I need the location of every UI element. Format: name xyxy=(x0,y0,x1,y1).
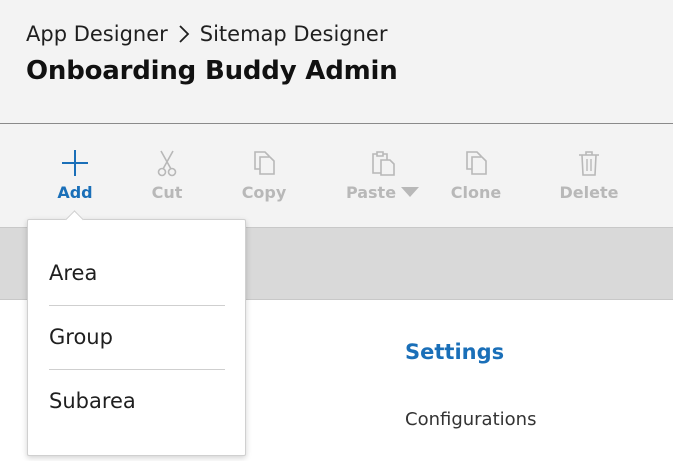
configurations-group-label[interactable]: Configurations xyxy=(405,409,536,430)
add-button[interactable]: Add xyxy=(30,124,120,224)
paste-button[interactable]: Paste xyxy=(338,124,428,224)
breadcrumb: App Designer Sitemap Designer xyxy=(26,20,387,48)
chevron-right-icon xyxy=(178,24,190,44)
delete-button-label: Delete xyxy=(559,183,619,202)
caret-down-icon[interactable] xyxy=(400,183,420,202)
breadcrumb-sitemap-designer: Sitemap Designer xyxy=(199,22,388,46)
clone-button-label: Clone xyxy=(450,183,502,202)
delete-button[interactable]: Delete xyxy=(544,124,634,224)
menu-item-area[interactable]: Area xyxy=(28,242,245,306)
menu-item-subarea[interactable]: Subarea xyxy=(28,370,245,434)
settings-area-heading[interactable]: Settings xyxy=(405,340,504,364)
paste-icon xyxy=(369,148,397,178)
cut-button-label: Cut xyxy=(151,183,183,202)
add-dropdown-menu: Area Group Subarea xyxy=(27,210,246,456)
copy-button-label: Copy xyxy=(241,183,287,202)
menu-item-group[interactable]: Group xyxy=(28,306,245,370)
trash-icon xyxy=(577,148,601,178)
breadcrumb-app-designer[interactable]: App Designer xyxy=(26,22,168,46)
page-header: App Designer Sitemap Designer Onboarding… xyxy=(0,0,673,124)
copy-button[interactable]: Copy xyxy=(219,124,309,224)
scissors-icon xyxy=(155,148,179,178)
paste-button-label: Paste xyxy=(345,183,397,202)
clone-button[interactable]: Clone xyxy=(431,124,521,224)
plus-icon xyxy=(60,148,90,178)
menu-item-group-label: Group xyxy=(49,325,113,349)
clone-icon xyxy=(462,148,490,178)
menu-item-area-label: Area xyxy=(49,261,98,285)
copy-icon xyxy=(250,148,278,178)
cut-button[interactable]: Cut xyxy=(122,124,212,224)
page-title: Onboarding Buddy Admin xyxy=(26,56,398,86)
add-button-label: Add xyxy=(57,183,93,202)
toolbar: Add Cut Copy Paste Clone Delete xyxy=(0,124,673,228)
menu-item-subarea-label: Subarea xyxy=(49,389,136,413)
